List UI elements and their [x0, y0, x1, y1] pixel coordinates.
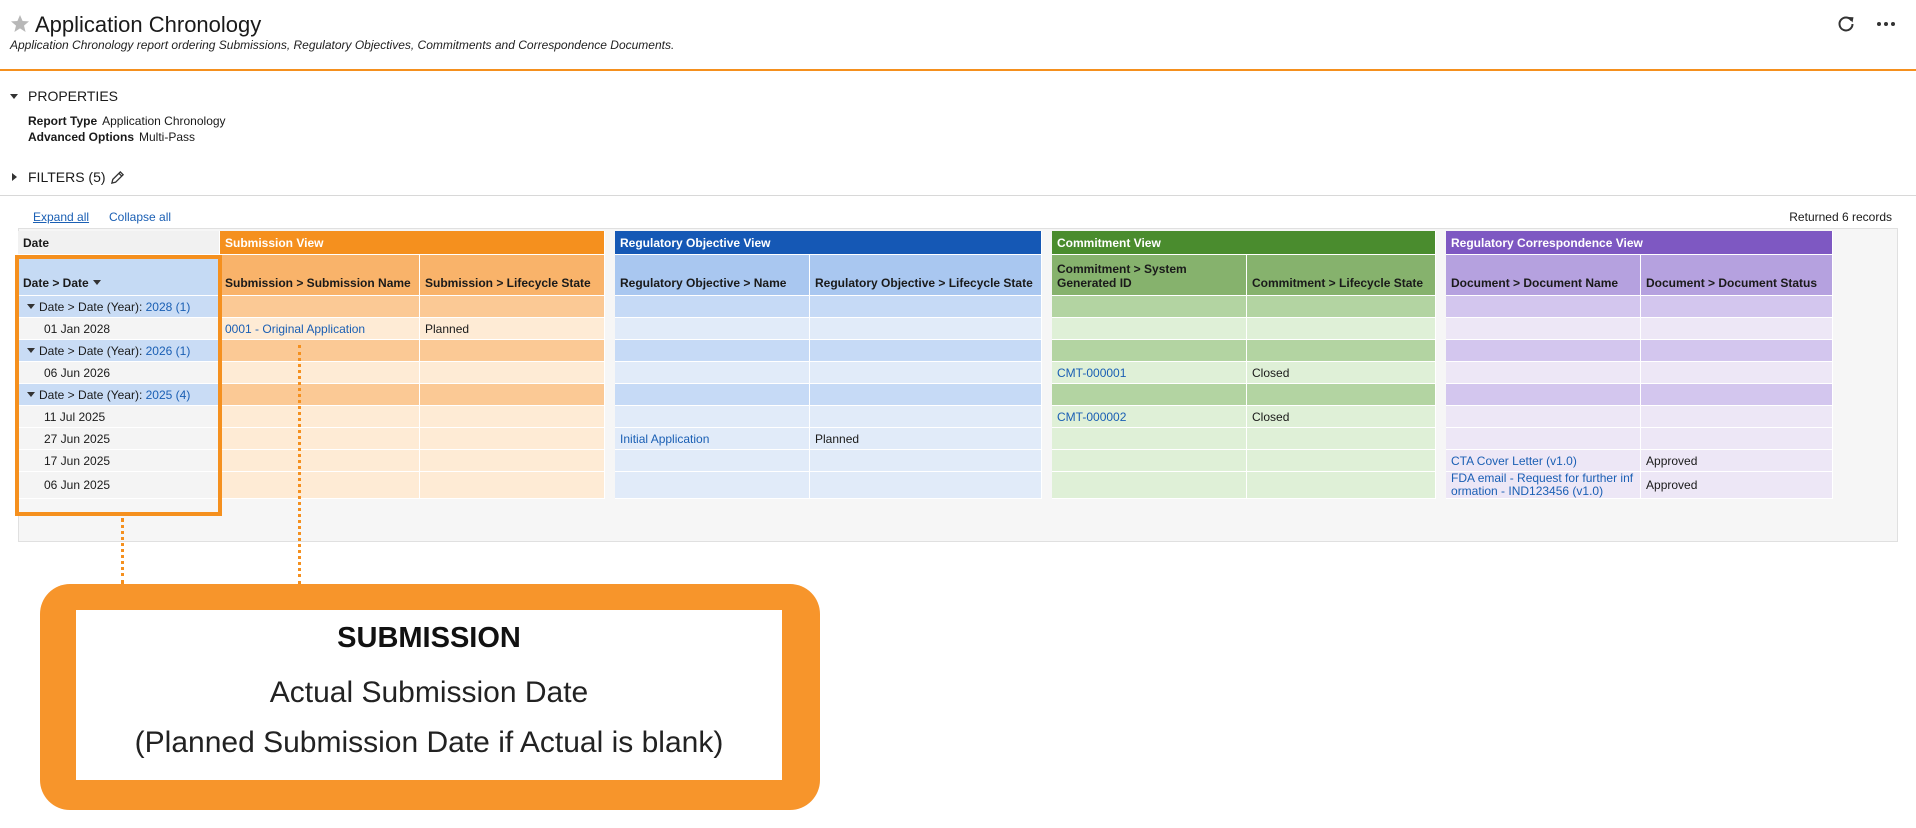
group-regulatory-correspondence-view: Regulatory Correspondence View: [1446, 231, 1834, 255]
caret-icon[interactable]: [27, 303, 35, 309]
sort-caret-icon[interactable]: [92, 280, 101, 286]
col-date[interactable]: Date > Date: [18, 255, 220, 296]
properties-label[interactable]: PROPERTIES: [28, 88, 118, 104]
group-date: Date: [18, 231, 220, 255]
commitment-id-link[interactable]: CMT-000001: [1057, 366, 1126, 380]
year-group-row[interactable]: Date > Date (Year): 2028 (1): [18, 296, 1834, 318]
group-regulatory-objective-view: Regulatory Objective View: [615, 231, 1043, 255]
connector-dots: [121, 518, 124, 584]
regulatory-objective-state-cell: Planned: [810, 428, 1043, 450]
filters-caret-icon[interactable]: [8, 171, 20, 183]
report-table: Date Submission View Regulatory Objectiv…: [18, 231, 1834, 499]
filters-label[interactable]: FILTERS (5): [28, 169, 106, 185]
col-commitment-lifecycle-state[interactable]: Commitment > Lifecycle State: [1247, 255, 1437, 296]
refresh-icon[interactable]: [1836, 14, 1856, 34]
regulatory-objective-link[interactable]: Initial Application: [620, 432, 709, 446]
submission-state-cell: Planned: [420, 318, 606, 340]
advanced-options-row: Advanced Options Multi-Pass: [28, 130, 195, 144]
report-type-label: Report Type: [28, 114, 98, 128]
col-regulatory-objective-lifecycle-state[interactable]: Regulatory Objective > Lifecycle State: [810, 255, 1043, 296]
group-commitment-view: Commitment View: [1052, 231, 1437, 255]
year-group-cell[interactable]: Date > Date (Year): 2025 (4): [18, 384, 220, 406]
callout-line-2: (Planned Submission Date if Actual is bl…: [134, 726, 724, 759]
table-row: 01 Jan 2028 0001 - Original Application …: [18, 318, 1834, 340]
table-row: 06 Jun 2025 FDA email - Request for furt…: [18, 472, 1834, 499]
year-group-cell[interactable]: Date > Date (Year): 2028 (1): [18, 296, 220, 318]
year-group-row[interactable]: Date > Date (Year): 2026 (1): [18, 340, 1834, 362]
pencil-icon[interactable]: [110, 170, 125, 185]
date-cell: 17 Jun 2025: [18, 450, 220, 472]
commitment-state-cell: Closed: [1247, 406, 1437, 428]
date-cell: 01 Jan 2028: [18, 318, 220, 340]
table-row: 27 Jun 2025 Initial Application Planned: [18, 428, 1834, 450]
submission-name-link[interactable]: 0001 - Original Application: [225, 322, 365, 336]
properties-caret-icon[interactable]: [8, 90, 20, 102]
table-row: 06 Jun 2026 CMT-000001 Closed: [18, 362, 1834, 384]
year-group-row[interactable]: Date > Date (Year): 2025 (4): [18, 384, 1834, 406]
callout-title: SUBMISSION: [337, 622, 521, 654]
table-row: 11 Jul 2025 CMT-000002 Closed: [18, 406, 1834, 428]
date-cell: 27 Jun 2025: [18, 428, 220, 450]
collapse-all-link[interactable]: Collapse all: [109, 210, 171, 224]
page-header: Application Chronology Application Chron…: [0, 0, 1916, 71]
callout-box: SUBMISSION Actual Submission Date (Plann…: [40, 584, 820, 810]
document-status-cell: Approved: [1641, 450, 1834, 472]
year-link[interactable]: 2025 (4): [146, 388, 191, 402]
advanced-options-value: Multi-Pass: [139, 130, 196, 144]
col-commitment-id[interactable]: Commitment > System Generated ID: [1052, 255, 1248, 296]
callout-content: SUBMISSION Actual Submission Date (Plann…: [76, 610, 782, 780]
year-link[interactable]: 2026 (1): [146, 344, 191, 358]
col-submission-lifecycle-state[interactable]: Submission > Lifecycle State: [420, 255, 606, 296]
document-status-cell: Approved: [1641, 472, 1834, 499]
advanced-options-label: Advanced Options: [28, 130, 135, 144]
table-row: 17 Jun 2025 CTA Cover Letter (v1.0) Appr…: [18, 450, 1834, 472]
caret-icon[interactable]: [27, 347, 35, 353]
year-group-cell[interactable]: Date > Date (Year): 2026 (1): [18, 340, 220, 362]
connector-dots: [298, 345, 301, 584]
expand-all-link[interactable]: Expand all: [33, 210, 89, 224]
report-type-row: Report Type Application Chronology: [28, 114, 226, 128]
document-name-link[interactable]: CTA Cover Letter (v1.0): [1451, 454, 1577, 468]
col-document-status[interactable]: Document > Document Status: [1641, 255, 1834, 296]
col-submission-name[interactable]: Submission > Submission Name: [220, 255, 420, 296]
col-document-name[interactable]: Document > Document Name: [1446, 255, 1642, 296]
document-name-link[interactable]: FDA email - Request for further informat…: [1451, 472, 1633, 498]
returned-records-count: Returned 6 records: [1789, 210, 1892, 224]
page-title: Application Chronology: [35, 12, 262, 37]
date-cell: 06 Jun 2026: [18, 362, 220, 384]
callout-line-1: Actual Submission Date: [269, 676, 589, 709]
report-type-value: Application Chronology: [102, 114, 226, 128]
date-cell: 06 Jun 2025: [18, 472, 220, 499]
star-icon[interactable]: [10, 14, 30, 34]
col-regulatory-objective-name[interactable]: Regulatory Objective > Name: [615, 255, 811, 296]
commitment-id-link[interactable]: CMT-000002: [1057, 410, 1126, 424]
more-icon[interactable]: [1874, 14, 1898, 34]
year-link[interactable]: 2028 (1): [146, 300, 191, 314]
page-subtitle: Application Chronology report ordering S…: [10, 38, 675, 52]
caret-icon[interactable]: [27, 391, 35, 397]
commitment-state-cell: Closed: [1247, 362, 1437, 384]
section-divider: [0, 195, 1916, 196]
group-submission-view: Submission View: [220, 231, 606, 255]
date-cell: 11 Jul 2025: [18, 406, 220, 428]
